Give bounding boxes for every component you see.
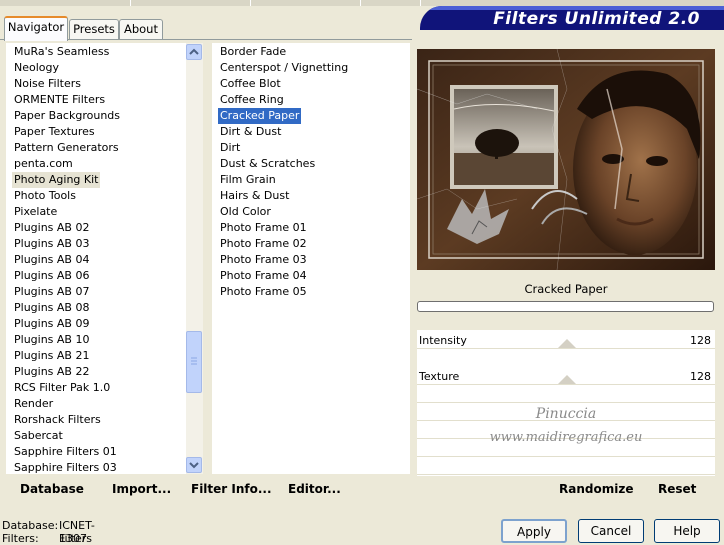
status-database: Database: ICNET-Filters [2, 519, 95, 545]
category-item[interactable]: Sabercat [14, 428, 63, 444]
tab-presets[interactable]: Presets [69, 19, 119, 40]
category-item[interactable]: Plugins AB 04 [14, 252, 89, 268]
filters-count: 1307 [59, 532, 87, 545]
filter-item[interactable]: Coffee Ring [220, 92, 284, 108]
right-button-bar: Randomize Reset [417, 478, 715, 502]
texture-slider-thumb[interactable] [557, 375, 576, 384]
category-item[interactable]: Sapphire Filters 01 [14, 444, 117, 460]
filter-item[interactable]: Photo Frame 01 [220, 220, 307, 236]
randomize-button[interactable]: Randomize [559, 482, 633, 496]
scroll-thumb[interactable] [186, 331, 202, 393]
chevron-down-icon [189, 462, 199, 469]
preview-filter-name: Cracked Paper [524, 282, 608, 296]
category-item[interactable]: Pixelate [14, 204, 57, 220]
watermark-name: Pinuccia [535, 406, 597, 422]
category-item[interactable]: MuRa's Seamless [14, 44, 109, 60]
filter-item[interactable]: Border Fade [220, 44, 286, 60]
category-item[interactable]: Plugins AB 21 [14, 348, 89, 364]
category-item[interactable]: Noise Filters [14, 76, 81, 92]
filter-item[interactable]: Centerspot / Vignetting [220, 60, 348, 76]
preview-image [417, 49, 715, 270]
filter-item[interactable]: Old Color [220, 204, 271, 220]
cancel-button[interactable]: Cancel [578, 519, 644, 543]
database-label: Database: [2, 519, 59, 532]
import-button[interactable]: Import... [112, 482, 171, 496]
filter-item[interactable]: Photo Frame 03 [220, 252, 307, 268]
app-banner: Filters Unlimited 2.0 [420, 6, 724, 30]
category-item[interactable]: Render [14, 396, 53, 412]
filter-item[interactable]: Dirt [220, 140, 240, 156]
filter-item[interactable]: Film Grain [220, 172, 276, 188]
category-item[interactable]: ORMENTE Filters [14, 92, 105, 108]
filter-item[interactable]: Photo Frame 05 [220, 284, 307, 300]
category-item[interactable]: Plugins AB 06 [14, 268, 89, 284]
slider-track [417, 348, 715, 349]
category-item[interactable]: RCS Filter Pak 1.0 [14, 380, 110, 396]
apply-button[interactable]: Apply [501, 519, 567, 543]
category-item[interactable]: Plugins AB 03 [14, 236, 89, 252]
grip-icon [191, 357, 197, 365]
intensity-slider-thumb[interactable] [557, 339, 576, 348]
filter-item[interactable]: Hairs & Dust [220, 188, 289, 204]
category-item[interactable]: Paper Textures [14, 124, 95, 140]
category-list[interactable]: MuRa's Seamless Neology Noise Filters ORMEN… [6, 43, 186, 474]
filter-item[interactable]: Photo Frame 02 [220, 236, 307, 252]
category-item[interactable]: Pattern Generators [14, 140, 119, 156]
reset-button[interactable]: Reset [658, 482, 696, 496]
category-item[interactable]: Plugins AB 10 [14, 332, 89, 348]
category-item[interactable]: Plugins AB 07 [14, 284, 89, 300]
divider [417, 456, 715, 457]
category-item[interactable]: Plugins AB 22 [14, 364, 89, 380]
filter-item[interactable]: Cracked Paper [218, 108, 302, 124]
category-item[interactable]: Plugins AB 02 [14, 220, 89, 236]
banner-title: Filters Unlimited 2.0 [493, 9, 700, 29]
strip-seg [130, 0, 251, 6]
scroll-down-button[interactable] [186, 457, 202, 473]
category-item[interactable]: penta.com [14, 156, 73, 172]
tab-about[interactable]: About [119, 19, 163, 40]
strip-seg [250, 0, 361, 6]
category-item[interactable]: Photo Tools [14, 188, 76, 204]
category-item[interactable]: Paper Backgrounds [14, 108, 120, 124]
category-item[interactable]: Plugins AB 08 [14, 300, 89, 316]
preview-artwork [417, 49, 715, 270]
tab-navigator[interactable]: Navigator [4, 16, 68, 41]
category-item[interactable]: Neology [14, 60, 59, 76]
watermark-url: www.maidiregrafica.eu [489, 430, 643, 445]
category-item[interactable]: Photo Aging Kit [12, 172, 101, 188]
category-item[interactable]: Plugins AB 09 [14, 316, 89, 332]
filter-item[interactable]: Photo Frame 04 [220, 268, 307, 284]
divider [417, 474, 715, 475]
filter-item[interactable]: Dust & Scratches [220, 156, 315, 172]
parameter-area[interactable]: Intensity 128 Texture 128 Pinuccia www.m… [417, 330, 715, 476]
chevron-up-icon [189, 48, 199, 55]
status-filters: Filters: 1307 [2, 532, 87, 545]
category-scrollbar[interactable] [186, 43, 203, 474]
filter-item[interactable]: Dirt & Dust [220, 124, 281, 140]
divider [417, 402, 715, 403]
filter-item[interactable]: Coffee Blot [220, 76, 281, 92]
texture-label: Texture [419, 370, 460, 383]
intensity-value: 128 [690, 334, 711, 347]
strip-seg [0, 0, 131, 6]
intensity-label: Intensity [419, 334, 467, 347]
scroll-up-button[interactable] [186, 44, 202, 60]
editor-button[interactable]: Editor... [288, 482, 341, 496]
filters-label: Filters: [2, 532, 39, 545]
strip-seg [360, 0, 421, 6]
filter-list[interactable]: Border Fade Centerspot / Vignetting Coffee… [212, 43, 410, 474]
filter-info-button[interactable]: Filter Info... [191, 482, 272, 496]
slider-track [417, 384, 715, 385]
help-button[interactable]: Help [654, 519, 720, 543]
left-button-bar: Database Import... Filter Info... Editor… [6, 478, 410, 502]
category-item[interactable]: Rorshack Filters [14, 412, 101, 428]
texture-value: 128 [690, 370, 711, 383]
render-progress-bar [417, 301, 714, 312]
database-button[interactable]: Database [20, 482, 84, 496]
category-item[interactable]: Sapphire Filters 03 [14, 460, 117, 476]
